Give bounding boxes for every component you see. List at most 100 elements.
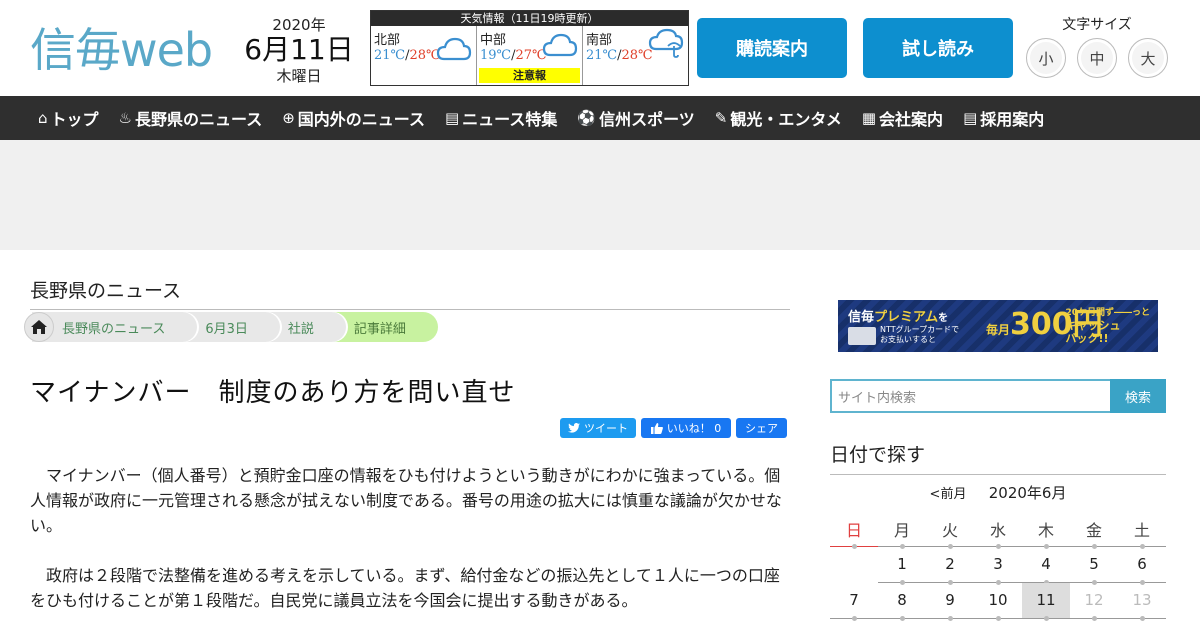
- breadcrumb-item[interactable]: 長野県のニュース: [32, 312, 198, 342]
- weekday-header: 月: [878, 512, 926, 549]
- site-logo[interactable]: 信毎web: [30, 14, 213, 80]
- calendar-day[interactable]: 5: [1070, 546, 1118, 585]
- banner-text: 信毎: [848, 310, 875, 325]
- main-nav: ⌂ トップ ♨ 長野県のニュース ⊕ 国内外のニュース ▤ ニュース特集 ⚽ 信州スポーツ…: [0, 96, 1200, 140]
- calendar-separator-dot: [1140, 615, 1145, 621]
- document-icon: ▤: [444, 109, 460, 127]
- calendar-separator-dot: [900, 615, 905, 621]
- calendar: 日 月 火 水 木 金 土 1 2 3 4 5 6 7 8 9 10 11 12…: [830, 512, 1166, 621]
- banner-headline: 信毎プレミアムを: [848, 306, 948, 325]
- calendar-day[interactable]: 10: [974, 582, 1022, 621]
- nav-item-features[interactable]: ▤ ニュース特集: [445, 106, 557, 130]
- breadcrumb: 長野県のニュース 6月3日 社説 記事詳細: [24, 312, 438, 342]
- search-button[interactable]: 検索: [1110, 379, 1166, 413]
- weekday-header: 金: [1070, 512, 1118, 549]
- tweet-label: ツイート: [584, 422, 628, 435]
- calendar-day-future: 12: [1070, 582, 1118, 621]
- banner-text: NTTグループカードで: [880, 325, 960, 334]
- credit-card-icon: [848, 327, 876, 345]
- tweet-button[interactable]: ツイート: [560, 418, 636, 438]
- home-icon: [31, 320, 47, 334]
- nav-label: 国内外のニュース: [297, 110, 425, 129]
- calendar-day[interactable]: 3: [974, 546, 1022, 585]
- region-name: 南部: [586, 33, 613, 48]
- site-search: サイト内検索 検索: [830, 379, 1166, 413]
- banner-cashback-text: 20ケ月間ず――っと キャッシュ バック!!: [1065, 308, 1150, 345]
- weather-north: 北部 21℃/28℃: [371, 26, 477, 85]
- ad-banner-area: [0, 140, 1200, 250]
- trial-read-button[interactable]: 試し読み: [863, 18, 1013, 78]
- banner-text: お支払いすると: [880, 335, 936, 344]
- calendar-day[interactable]: 1: [878, 546, 926, 585]
- calendar-month: 2020年6月: [988, 484, 1067, 502]
- calendar-day[interactable]: 9: [926, 582, 974, 621]
- nav-item-sports[interactable]: ⚽ 信州スポーツ: [577, 106, 694, 130]
- weekday-header: 木: [1022, 512, 1070, 549]
- building-icon: ▦: [861, 109, 877, 127]
- like-button[interactable]: いいね！ 0: [641, 418, 731, 438]
- calendar-day[interactable]: 6: [1118, 546, 1166, 585]
- banner-subtext: NTTグループカードで お支払いすると: [880, 325, 959, 345]
- ticket-icon: ✎: [714, 109, 728, 127]
- nav-item-recruit[interactable]: ▤ 採用案内: [963, 106, 1044, 130]
- calendar-separator-dot: [1092, 615, 1097, 621]
- premium-cashback-banner[interactable]: 信毎プレミアムを NTTグループカードで お支払いすると 毎月300円 20ケ月間…: [838, 300, 1158, 352]
- calendar-week: 7 8 9 10 11 12 13: [830, 582, 1166, 621]
- calendar-day-empty: [830, 546, 878, 582]
- font-size-control: 文字サイズ 小 中 大: [1022, 14, 1172, 78]
- calendar-day[interactable]: 2: [926, 546, 974, 585]
- temp-min: 19℃: [480, 48, 512, 63]
- weather-title: 天気情報（11日19時更新）: [371, 11, 688, 26]
- banner-text: を: [938, 313, 949, 324]
- region-name: 中部: [480, 33, 507, 48]
- globe-icon: ⊕: [282, 109, 295, 127]
- facebook-share-button[interactable]: シェア: [736, 418, 787, 438]
- banner-text: 20ケ月間ず――っと: [1065, 308, 1150, 318]
- section-title: 長野県のニュース: [30, 276, 790, 310]
- nav-label: 観光・エンタメ: [730, 110, 842, 129]
- flame-icon: ♨: [118, 109, 132, 127]
- subscribe-button[interactable]: 購読案内: [697, 18, 847, 78]
- calendar-day[interactable]: 7: [830, 582, 878, 621]
- calendar-weekdays: 日 月 火 水 木 金 土: [830, 512, 1166, 549]
- calendar-day[interactable]: 4: [1022, 546, 1070, 585]
- banner-text: キャッシュ: [1065, 319, 1121, 332]
- nav-item-top[interactable]: ⌂ トップ: [38, 106, 99, 130]
- nav-item-company[interactable]: ▦ 会社案内: [862, 106, 943, 130]
- weekday-header: 土: [1118, 512, 1166, 549]
- calendar-day[interactable]: 8: [878, 582, 926, 621]
- cloud-icon: [436, 37, 472, 61]
- nav-item-nagano-news[interactable]: ♨ 長野県のニュース: [119, 106, 263, 130]
- search-input[interactable]: サイト内検索: [830, 379, 1110, 413]
- weekday-header: 火: [926, 512, 974, 549]
- calendar-day-today[interactable]: 11: [1022, 582, 1070, 621]
- article-title: マイナンバー 制度のあり方を問い直せ: [30, 378, 516, 408]
- calendar-header: <前月 2020年6月: [830, 482, 1166, 503]
- nav-label: トップ: [50, 110, 99, 129]
- article-paragraph: 政府は２段階で法整備を進める考えを示している。まず、給付金などの振込先として１人…: [30, 566, 780, 610]
- calendar-week: 1 2 3 4 5 6: [830, 546, 1166, 585]
- nav-label: ニュース特集: [462, 110, 558, 129]
- home-icon: ⌂: [38, 109, 48, 127]
- thumbs-up-icon: [650, 422, 663, 434]
- calendar-separator-dot: [996, 615, 1001, 621]
- temp-min: 21℃: [586, 48, 618, 63]
- nav-item-tourism[interactable]: ✎ 観光・エンタメ: [715, 106, 842, 130]
- sports-icon: ⚽: [577, 109, 597, 127]
- cloud-icon: [542, 33, 578, 57]
- article-paragraph: マイナンバー（個人番号）と預貯金口座の情報をひも付けようという動きがにわかに強ま…: [30, 466, 782, 535]
- weather-widget[interactable]: 天気情報（11日19時更新） 北部 21℃/28℃ 中部 19℃/27℃ 注意報…: [370, 10, 689, 86]
- weekday-header: 日: [830, 512, 878, 549]
- font-size-medium-button[interactable]: 中: [1077, 38, 1117, 78]
- nav-item-world-news[interactable]: ⊕ 国内外のニュース: [282, 106, 425, 130]
- calendar-separator-dot: [852, 615, 857, 621]
- prev-month-link[interactable]: <前月: [930, 487, 967, 502]
- font-size-small-button[interactable]: 小: [1026, 38, 1066, 78]
- like-label: いいね！ 0: [666, 422, 722, 435]
- temperature: 21℃/28℃: [586, 48, 653, 63]
- site-header: 信毎web 2020年 6月11日 木曜日 天気情報（11日19時更新） 北部 …: [0, 0, 1200, 96]
- nav-label: 長野県のニュース: [135, 110, 263, 129]
- font-size-large-button[interactable]: 大: [1128, 38, 1168, 78]
- breadcrumb-home[interactable]: [24, 312, 54, 342]
- date-weekday: 木曜日: [276, 67, 322, 85]
